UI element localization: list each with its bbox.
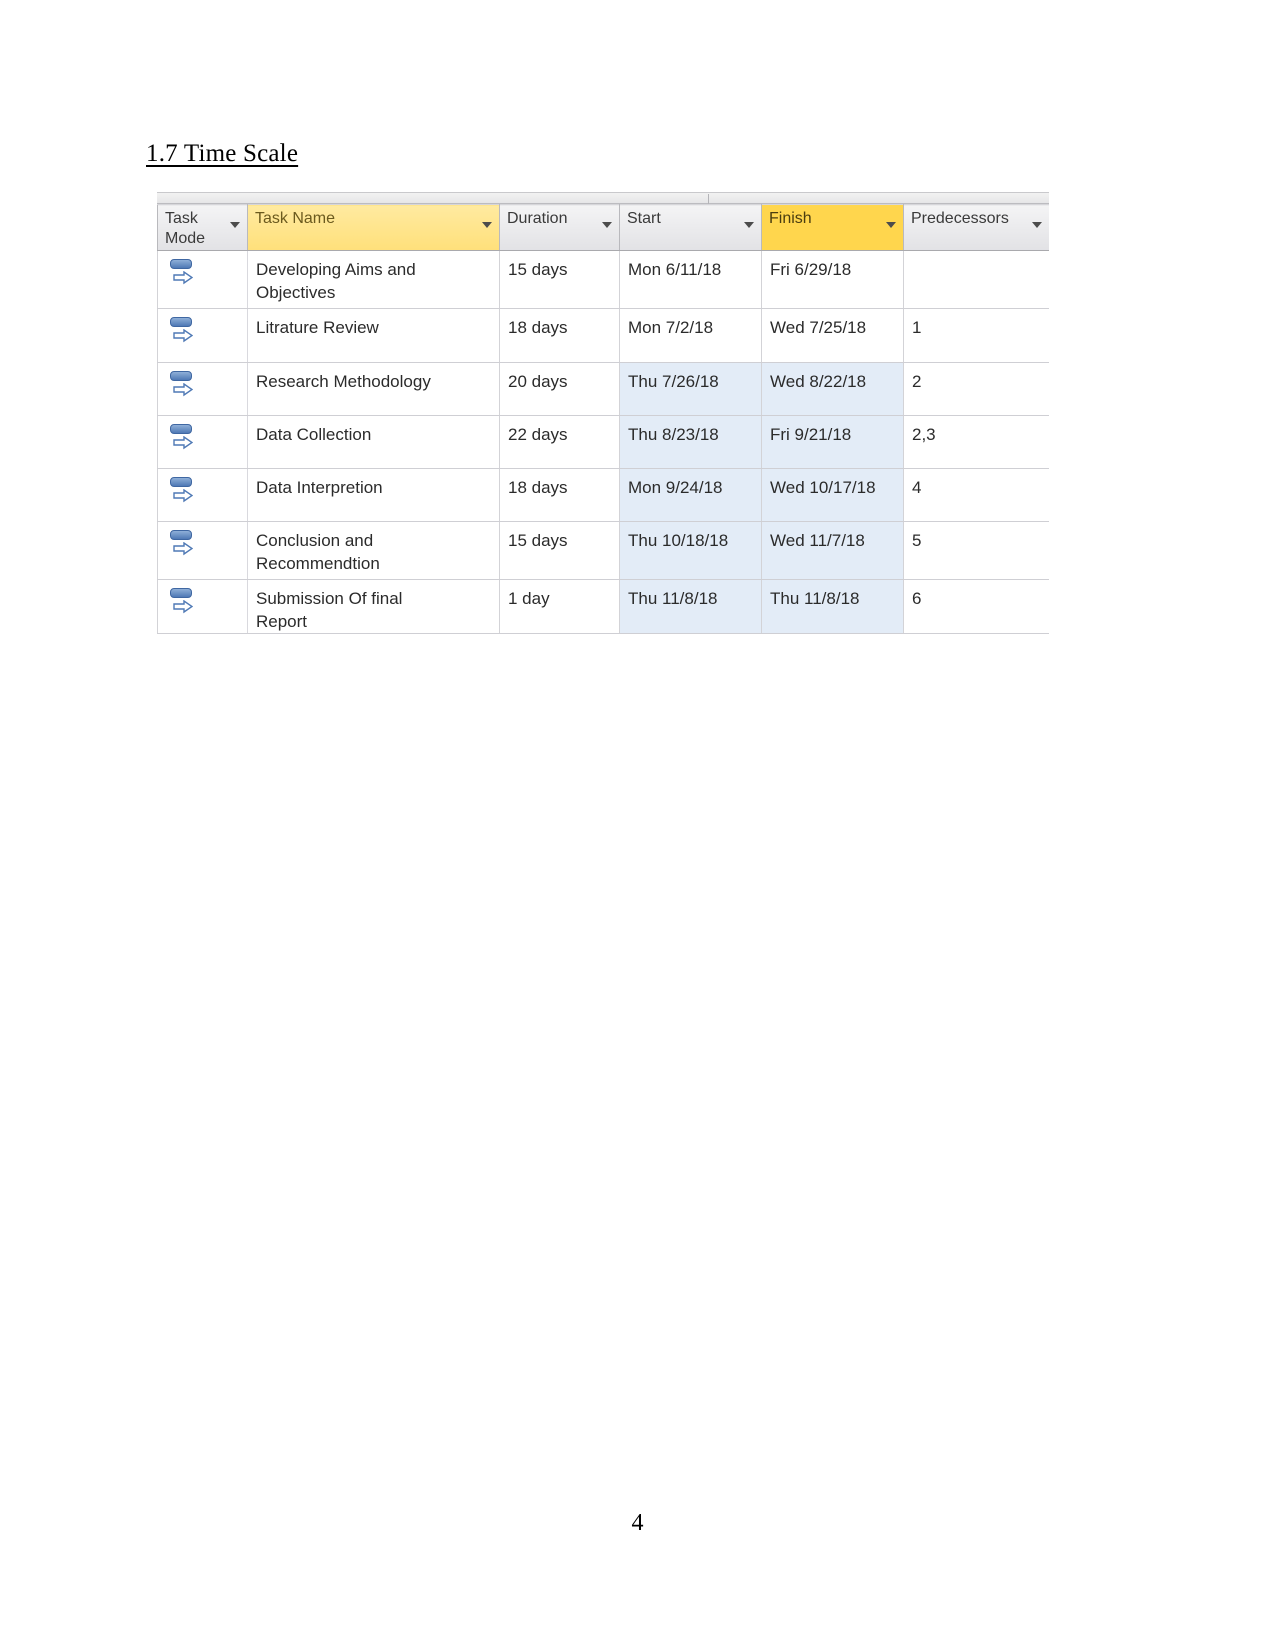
auto-scheduled-icon-bar	[170, 477, 192, 487]
cell-task-mode[interactable]	[157, 521, 248, 580]
chevron-down-icon[interactable]	[1032, 222, 1042, 228]
auto-scheduled-icon-bar	[170, 371, 192, 381]
timescale-tick	[708, 194, 709, 204]
column-header-duration[interactable]: Duration	[499, 204, 620, 251]
cell-start[interactable]: Thu 10/18/18	[619, 521, 762, 580]
cell-start[interactable]: Mon 7/2/18	[619, 308, 762, 363]
cell-task-mode[interactable]	[157, 468, 248, 522]
table-row[interactable]: Data Interpretion 18 days Mon 9/24/18 We…	[157, 468, 1050, 522]
cell-duration[interactable]: 18 days	[499, 468, 620, 522]
column-header-start-label: Start	[627, 210, 661, 227]
cell-task-mode[interactable]	[157, 415, 248, 469]
column-header-task-mode-label: Task Mode	[165, 210, 206, 247]
cell-task-name[interactable]: Data Interpretion	[247, 468, 500, 522]
auto-scheduled-icon-bar	[170, 317, 192, 327]
cell-task-name[interactable]: Research Methodology	[247, 362, 500, 416]
auto-scheduled-icon-arrow	[173, 436, 193, 450]
cell-duration[interactable]: 18 days	[499, 308, 620, 363]
cell-task-mode[interactable]	[157, 250, 248, 309]
cell-duration[interactable]: 20 days	[499, 362, 620, 416]
auto-scheduled-icon	[170, 477, 196, 505]
cell-finish[interactable]: Wed 11/7/18	[761, 521, 904, 580]
cell-task-name[interactable]: Submission Of final Report	[247, 579, 500, 634]
cell-predecessors[interactable]: 1	[903, 308, 1050, 363]
auto-scheduled-icon	[170, 588, 196, 616]
auto-scheduled-icon-bar	[170, 424, 192, 434]
table-row[interactable]: Data Collection 22 days Thu 8/23/18 Fri …	[157, 415, 1050, 469]
cell-finish[interactable]: Fri 9/21/18	[761, 415, 904, 469]
timescale-strip	[157, 192, 1050, 204]
auto-scheduled-icon-bar	[170, 530, 192, 540]
cell-task-name[interactable]: Conclusion and Recommendtion	[247, 521, 500, 580]
auto-scheduled-icon-arrow	[173, 542, 193, 556]
auto-scheduled-icon-bar	[170, 259, 192, 269]
auto-scheduled-icon-arrow	[173, 271, 193, 285]
table-row[interactable]: Research Methodology 20 days Thu 7/26/18…	[157, 362, 1050, 416]
auto-scheduled-icon-arrow	[173, 489, 193, 503]
cell-predecessors[interactable]: 6	[903, 579, 1050, 634]
cell-task-mode[interactable]	[157, 362, 248, 416]
table-row[interactable]: Developing Aims and Objectives 15 days M…	[157, 250, 1050, 309]
column-header-duration-label: Duration	[507, 210, 568, 227]
column-header-predecessors-label: Predecessors	[911, 210, 1009, 227]
table-right-clip-edge	[1049, 192, 1050, 647]
auto-scheduled-icon-arrow	[173, 600, 193, 614]
column-header-start[interactable]: Start	[619, 204, 762, 251]
auto-scheduled-icon	[170, 259, 196, 287]
auto-scheduled-icon	[170, 424, 196, 452]
column-header-task-mode[interactable]: Task Mode	[157, 204, 248, 251]
cell-start[interactable]: Thu 7/26/18	[619, 362, 762, 416]
auto-scheduled-icon-arrow	[173, 383, 193, 397]
cell-predecessors[interactable]	[903, 250, 1050, 309]
cell-start[interactable]: Mon 6/11/18	[619, 250, 762, 309]
table-row[interactable]: Conclusion and Recommendtion 15 days Thu…	[157, 521, 1050, 580]
cell-predecessors[interactable]: 4	[903, 468, 1050, 522]
chevron-down-icon[interactable]	[482, 222, 492, 228]
cell-start[interactable]: Thu 8/23/18	[619, 415, 762, 469]
column-header-task-name[interactable]: Task Name	[247, 204, 500, 251]
cell-finish[interactable]: Wed 10/17/18	[761, 468, 904, 522]
auto-scheduled-icon	[170, 371, 196, 399]
auto-scheduled-icon	[170, 530, 196, 558]
cell-predecessors[interactable]: 5	[903, 521, 1050, 580]
auto-scheduled-icon	[170, 317, 196, 345]
cell-task-mode[interactable]	[157, 308, 248, 363]
cell-start[interactable]: Mon 9/24/18	[619, 468, 762, 522]
task-table: Task Mode Task Name Duration Start Finis…	[157, 204, 1050, 634]
cell-duration[interactable]: 22 days	[499, 415, 620, 469]
cell-duration[interactable]: 15 days	[499, 521, 620, 580]
project-task-sheet: Task Mode Task Name Duration Start Finis…	[157, 192, 1050, 647]
cell-task-mode[interactable]	[157, 579, 248, 634]
cell-finish[interactable]: Wed 7/25/18	[761, 308, 904, 363]
cell-predecessors[interactable]: 2,3	[903, 415, 1050, 469]
chevron-down-icon[interactable]	[602, 222, 612, 228]
cell-task-name[interactable]: Developing Aims and Objectives	[247, 250, 500, 309]
cell-task-name[interactable]: Litrature Review	[247, 308, 500, 363]
column-header-task-name-label: Task Name	[255, 210, 336, 227]
table-row[interactable]: Submission Of final Report 1 day Thu 11/…	[157, 579, 1050, 634]
auto-scheduled-icon-arrow	[173, 329, 193, 343]
chevron-down-icon[interactable]	[886, 222, 896, 228]
cell-predecessors[interactable]: 2	[903, 362, 1050, 416]
cell-start[interactable]: Thu 11/8/18	[619, 579, 762, 634]
table-header-row: Task Mode Task Name Duration Start Finis…	[157, 204, 1050, 251]
column-header-finish-label: Finish	[769, 210, 812, 227]
cell-duration[interactable]: 15 days	[499, 250, 620, 309]
cell-finish[interactable]: Thu 11/8/18	[761, 579, 904, 634]
chevron-down-icon[interactable]	[230, 222, 240, 228]
page-number: 4	[631, 1510, 644, 1536]
column-header-predecessors[interactable]: Predecessors	[903, 204, 1050, 251]
table-row[interactable]: Litrature Review 18 days Mon 7/2/18 Wed …	[157, 308, 1050, 363]
cell-duration[interactable]: 1 day	[499, 579, 620, 634]
page-title: 1.7 Time Scale	[146, 140, 299, 167]
auto-scheduled-icon-bar	[170, 588, 192, 598]
cell-finish[interactable]: Wed 8/22/18	[761, 362, 904, 416]
cell-finish[interactable]: Fri 6/29/18	[761, 250, 904, 309]
column-header-finish[interactable]: Finish	[761, 204, 904, 251]
chevron-down-icon[interactable]	[744, 222, 754, 228]
cell-task-name[interactable]: Data Collection	[247, 415, 500, 469]
